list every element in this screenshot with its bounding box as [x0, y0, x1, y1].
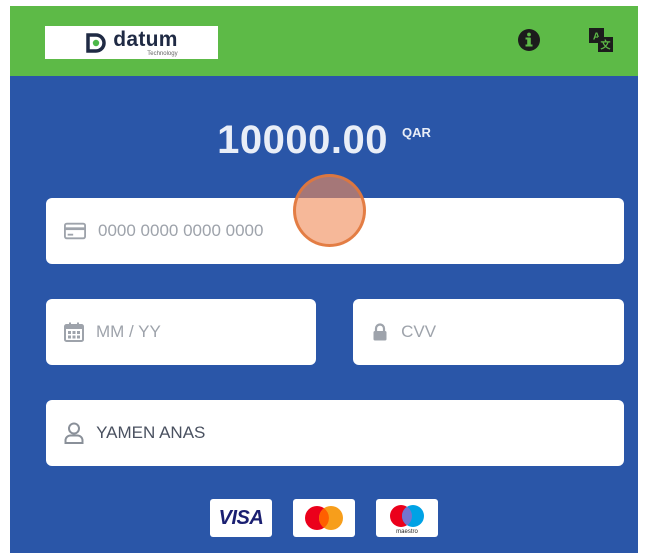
maestro-text: maestro — [396, 529, 418, 535]
maestro-logo: maestro — [376, 499, 438, 537]
amount-display: 10000.00 QAR — [10, 118, 638, 163]
expiry-input[interactable] — [96, 322, 316, 342]
cvv-input[interactable] — [401, 322, 624, 342]
info-icon[interactable] — [515, 26, 543, 54]
logo-name: datum — [113, 27, 178, 51]
cvv-field[interactable] — [353, 299, 624, 365]
user-icon — [64, 422, 84, 444]
card-brands: VISA maestro — [10, 499, 638, 537]
cardholder-name-input[interactable] — [96, 423, 624, 443]
visa-logo: VISA — [210, 499, 272, 537]
datum-logo-icon — [86, 32, 106, 53]
header-bar: datum Technology A 文 — [10, 6, 638, 76]
credit-card-icon — [64, 220, 86, 242]
payment-amount: 10000.00 — [217, 118, 388, 162]
touch-indicator — [293, 174, 366, 247]
logo-subtitle: Technology — [147, 50, 178, 57]
logo: datum Technology — [45, 26, 218, 59]
payment-widget: datum Technology A 文 10000.00 QAR 0000 0… — [10, 6, 638, 553]
visa-text: VISA — [218, 506, 264, 529]
mastercard-logo — [293, 499, 355, 537]
svg-text:文: 文 — [601, 39, 612, 52]
mastercard-icon — [305, 506, 343, 530]
translate-icon[interactable]: A 文 — [587, 26, 615, 54]
calendar-icon — [64, 321, 84, 343]
expiry-field[interactable] — [46, 299, 316, 365]
payment-currency: QAR — [401, 125, 431, 140]
lock-icon — [371, 321, 389, 343]
cardholder-name-field[interactable] — [46, 400, 624, 466]
